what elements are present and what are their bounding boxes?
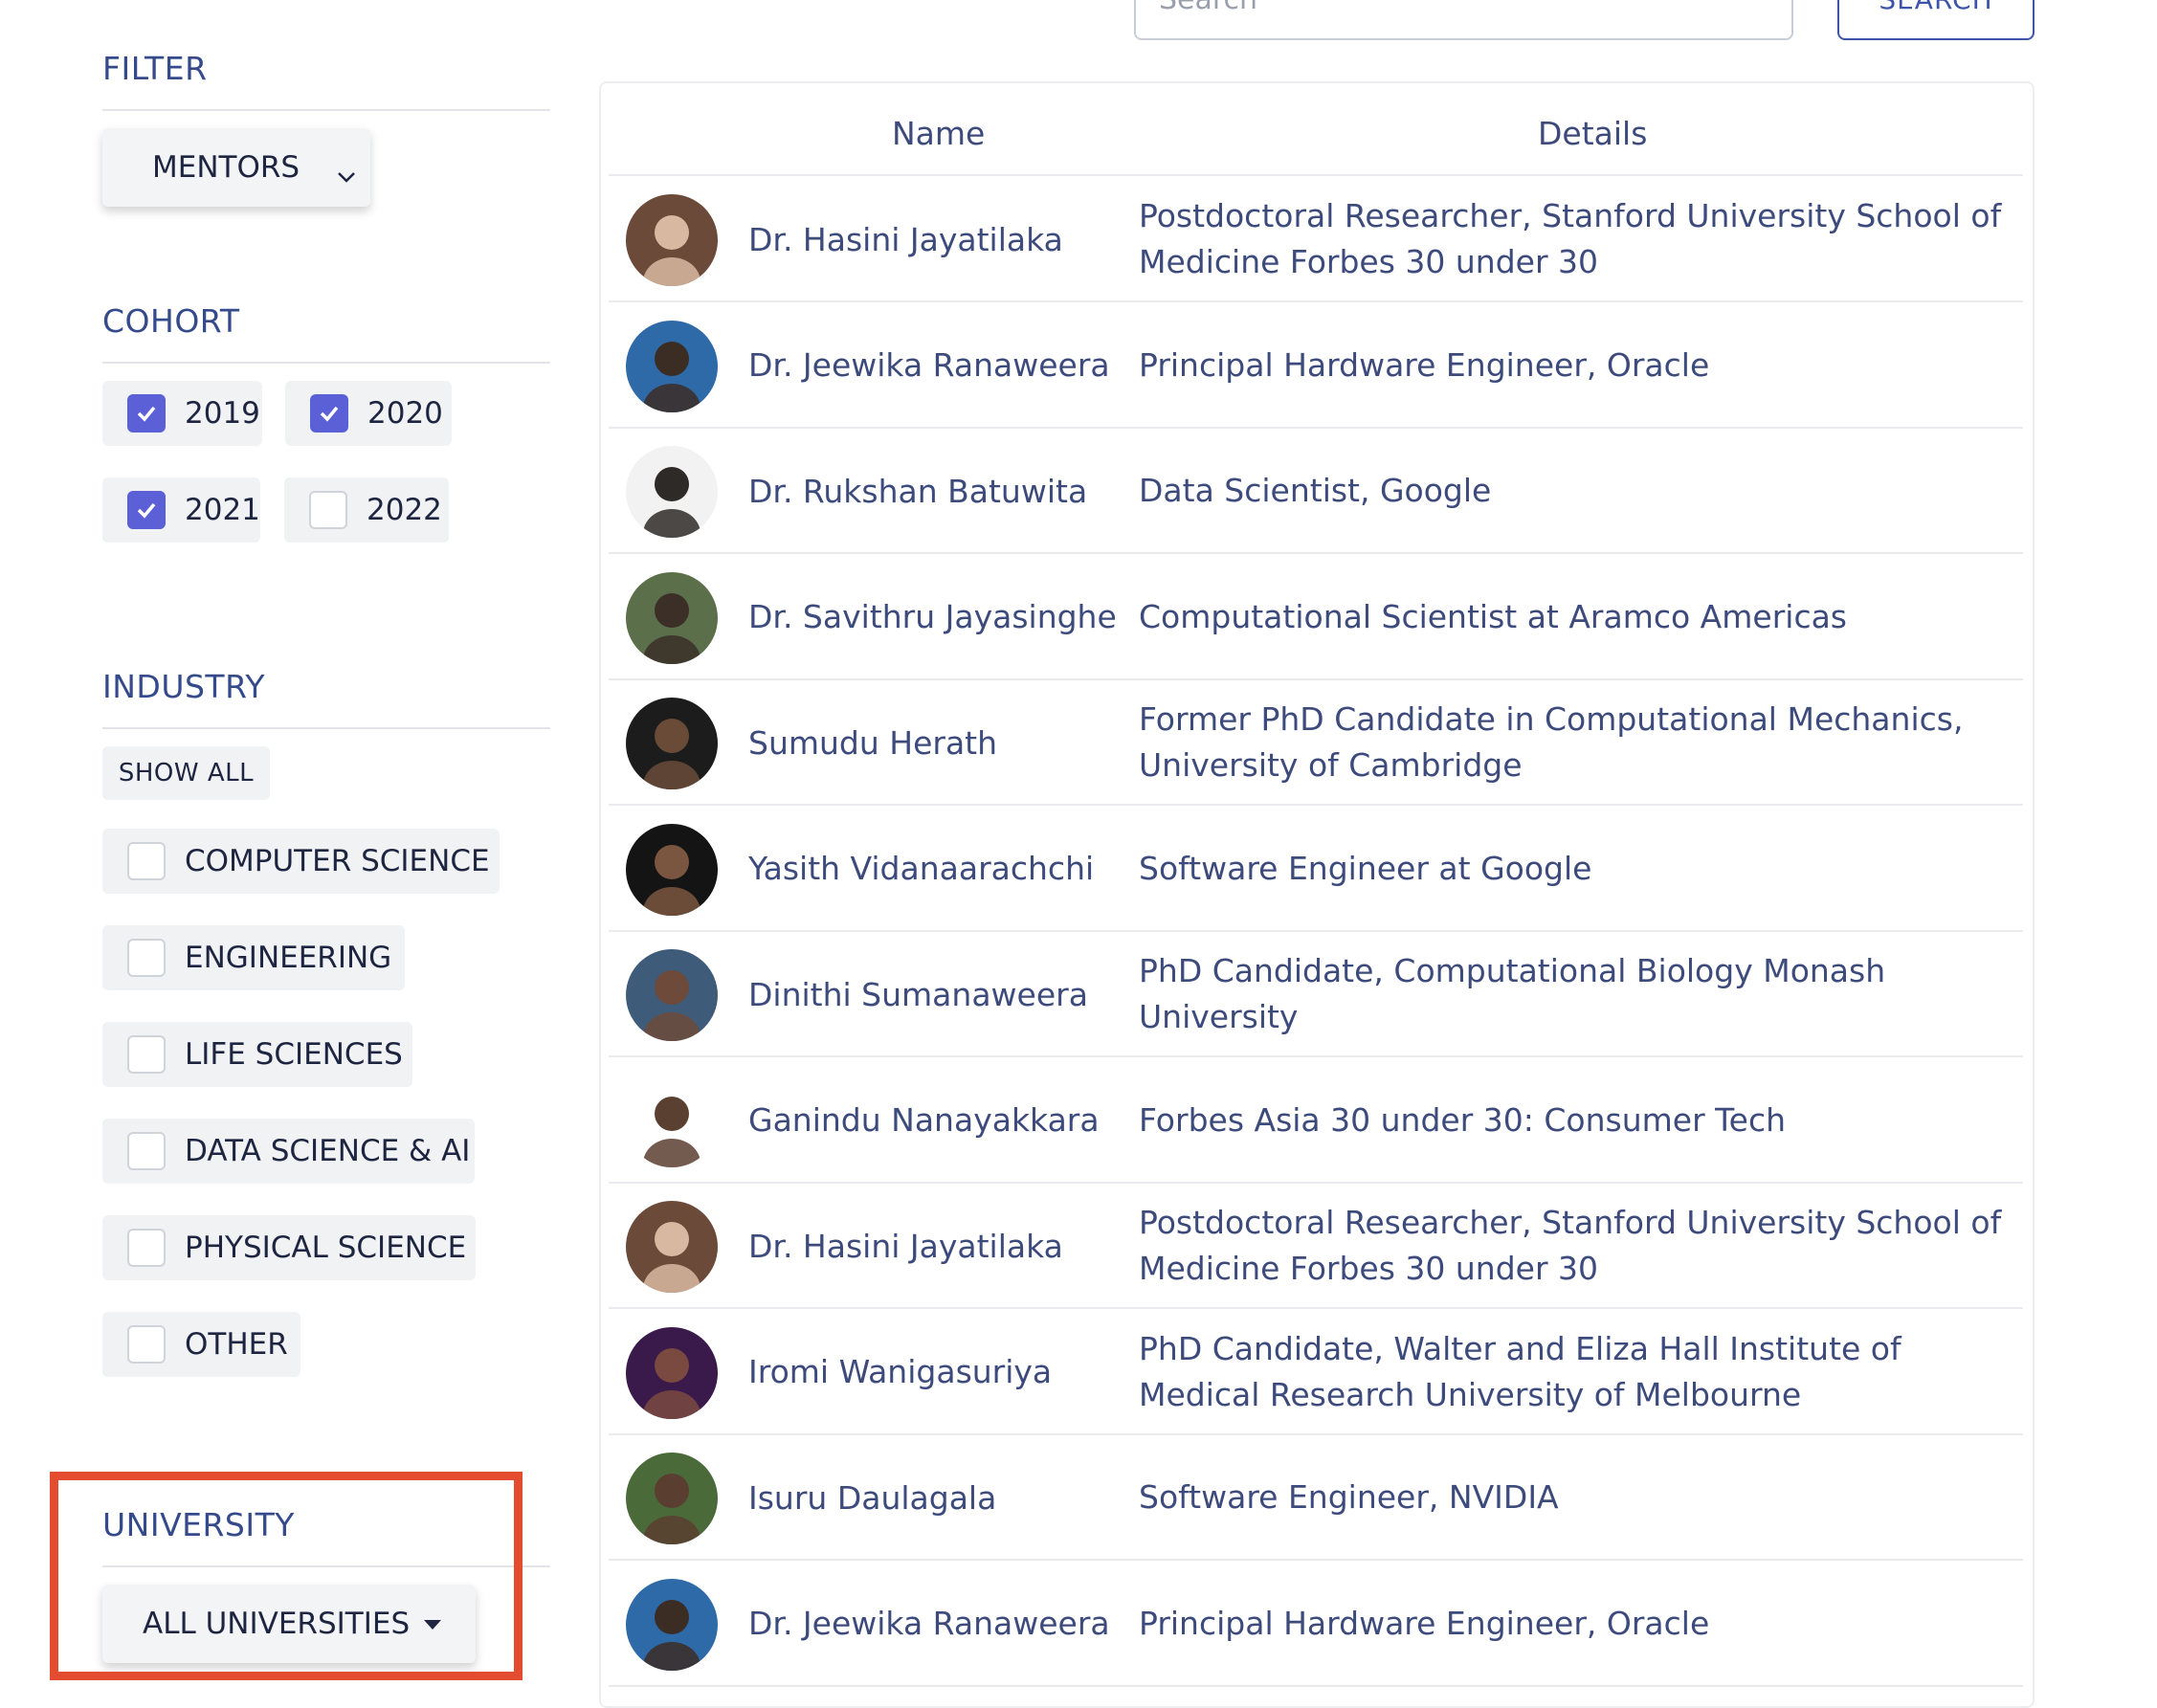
table-row[interactable]: Dr. Hasini Jayatilaka Postdoctoral Resear… — [609, 178, 2023, 302]
table-row[interactable]: Dr. Savithru Jayasinghe Computational Sci… — [609, 556, 2023, 680]
chevron-down-icon — [336, 157, 357, 191]
filter-title: FILTER — [102, 50, 208, 87]
industry-option-life-sciences[interactable]: LIFE SCIENCES — [102, 1022, 412, 1087]
mentor-name[interactable]: Dr. Savithru Jayasinghe — [748, 556, 1117, 678]
table-row[interactable]: Dr. Jeewika Ranaweera Principal Hardware … — [609, 304, 2023, 429]
industry-option-label: ENGINEERING — [185, 941, 392, 975]
cohort-option-label: 2020 — [367, 396, 443, 431]
mentor-name[interactable]: Yasith Vidanaarachchi — [748, 808, 1094, 930]
industry-divider — [102, 727, 550, 729]
checkbox-empty-icon[interactable] — [127, 1035, 166, 1074]
avatar — [626, 194, 718, 286]
checkbox-empty-icon[interactable] — [127, 1325, 166, 1364]
table-header-row: Name Details — [609, 92, 2023, 176]
avatar — [626, 571, 718, 664]
industry-option-label: PHYSICAL SCIENCE — [185, 1231, 467, 1265]
show-all-label: SHOW ALL — [118, 759, 255, 787]
cohort-option-label: 2022 — [367, 493, 442, 527]
mentor-details: Software Engineer, NVIDIA — [1139, 1478, 1559, 1516]
mentor-name[interactable]: Dr. Jeewika Ranaweera — [748, 304, 1110, 427]
avatar — [626, 949, 718, 1041]
mentor-details: Postdoctoral Researcher, Stanford Univer… — [1139, 197, 2002, 280]
industry-option-label: LIFE SCIENCES — [185, 1037, 403, 1072]
checkbox-checked-icon[interactable] — [127, 394, 166, 433]
avatar — [626, 1326, 718, 1419]
cohort-title: COHORT — [102, 302, 240, 340]
filter-divider — [102, 109, 550, 111]
mentor-name[interactable]: Dr. Hasini Jayatilaka — [748, 1185, 1063, 1307]
industry-option-label: OTHER — [185, 1327, 288, 1362]
mentor-details: Postdoctoral Researcher, Stanford Univer… — [1139, 1204, 2002, 1287]
checkbox-checked-icon[interactable] — [127, 491, 166, 529]
table-row[interactable]: Iromi Wanigasuriya PhD Candidate, Walter … — [609, 1311, 2023, 1435]
industry-option-computer-science[interactable]: COMPUTER SCIENCE — [102, 829, 500, 894]
checkbox-empty-icon[interactable] — [127, 842, 166, 880]
avatar — [626, 1201, 718, 1293]
mentor-details: Data Scientist, Google — [1139, 472, 1492, 509]
table-row[interactable]: Dr. Hasini Jayatilaka Postdoctoral Resear… — [609, 1185, 2023, 1309]
avatar — [626, 446, 718, 538]
mentor-details: Computational Scientist at Aramco Americ… — [1139, 597, 1848, 635]
avatar — [626, 1578, 718, 1671]
cohort-option-2022[interactable]: 2022 — [284, 477, 449, 543]
column-header-details[interactable]: Details — [1538, 115, 1647, 152]
table-row[interactable]: Ganindu Nanayakkara Forbes Asia 30 under … — [609, 1059, 2023, 1184]
checkbox-empty-icon[interactable] — [309, 491, 347, 529]
industry-option-physical-science[interactable]: PHYSICAL SCIENCE — [102, 1215, 476, 1280]
avatar — [626, 1075, 718, 1167]
highlight-box — [50, 1472, 523, 1680]
cohort-option-label: 2021 — [185, 493, 260, 527]
mentor-name[interactable]: Dr. Rukshan Batuwita — [748, 430, 1087, 552]
mentor-name[interactable]: Iromi Wanigasuriya — [748, 1311, 1052, 1433]
cohort-divider — [102, 362, 550, 364]
checkbox-empty-icon[interactable] — [127, 939, 166, 977]
mentor-name[interactable]: Dinithi Sumanaweera — [748, 933, 1088, 1055]
avatar — [626, 698, 718, 789]
mentor-name[interactable]: Dr. Jeewika Ranaweera — [748, 1563, 1110, 1685]
industry-option-other[interactable]: OTHER — [102, 1312, 300, 1377]
mentor-details: Forbes Asia 30 under 30: Consumer Tech — [1139, 1100, 1787, 1139]
avatar — [626, 1453, 718, 1544]
checkbox-empty-icon[interactable] — [127, 1132, 166, 1170]
checkbox-checked-icon[interactable] — [310, 394, 348, 433]
table-row[interactable]: Sumudu Herath Former PhD Candidate in Com… — [609, 681, 2023, 806]
search-button[interactable]: SEARCH — [1837, 0, 2035, 40]
table-row[interactable]: Dr. Rukshan Batuwita Data Scientist, Goog… — [609, 430, 2023, 554]
avatar — [626, 823, 718, 916]
mentors-dropdown[interactable]: MENTORS — [102, 128, 370, 207]
mentor-name[interactable]: Dr. Hasini Jayatilaka — [748, 178, 1063, 300]
checkbox-empty-icon[interactable] — [127, 1229, 166, 1267]
cohort-option-2019[interactable]: 2019 — [102, 381, 262, 446]
avatar — [626, 320, 718, 412]
mentor-details: PhD Candidate, Computational Biology Mon… — [1139, 952, 1886, 1035]
mentor-name[interactable]: Isuru Daulagala — [748, 1436, 996, 1559]
industry-title: INDUSTRY — [102, 668, 266, 705]
table-row[interactable]: Isuru Daulagala Software Engineer, NVIDIA — [609, 1436, 2023, 1561]
mentor-details: Principal Hardware Engineer, Oracle — [1139, 345, 1710, 384]
show-all-button[interactable]: SHOW ALL — [102, 746, 270, 800]
industry-option-engineering[interactable]: ENGINEERING — [102, 925, 405, 990]
mentor-name[interactable]: Ganindu Nanayakkara — [748, 1059, 1100, 1182]
mentor-name[interactable]: Sumudu Herath — [748, 681, 997, 804]
table-row[interactable]: Yasith Vidanaarachchi Software Engineer a… — [609, 808, 2023, 932]
mentor-details: Software Engineer at Google — [1139, 849, 1592, 887]
industry-option-label: DATA SCIENCE & AI — [185, 1134, 471, 1168]
mentor-details: Former PhD Candidate in Computational Me… — [1139, 700, 1964, 784]
search-input[interactable]: Search — [1134, 0, 1793, 40]
industry-option-label: COMPUTER SCIENCE — [185, 844, 490, 878]
cohort-option-label: 2019 — [185, 396, 260, 431]
mentor-details: PhD Candidate, Walter and Eliza Hall Ins… — [1139, 1329, 1901, 1413]
cohort-option-2021[interactable]: 2021 — [102, 477, 260, 543]
industry-option-data-science-ai[interactable]: DATA SCIENCE & AI — [102, 1119, 475, 1184]
mentor-details: Principal Hardware Engineer, Oracle — [1139, 1604, 1710, 1642]
table-row[interactable]: Dr. Jeewika Ranaweera Principal Hardware … — [609, 1563, 2023, 1687]
cohort-option-2020[interactable]: 2020 — [285, 381, 452, 446]
table-row[interactable]: Dinithi Sumanaweera PhD Candidate, Comput… — [609, 933, 2023, 1057]
column-header-name[interactable]: Name — [892, 115, 985, 152]
mentors-dropdown-label: MENTORS — [152, 150, 300, 185]
